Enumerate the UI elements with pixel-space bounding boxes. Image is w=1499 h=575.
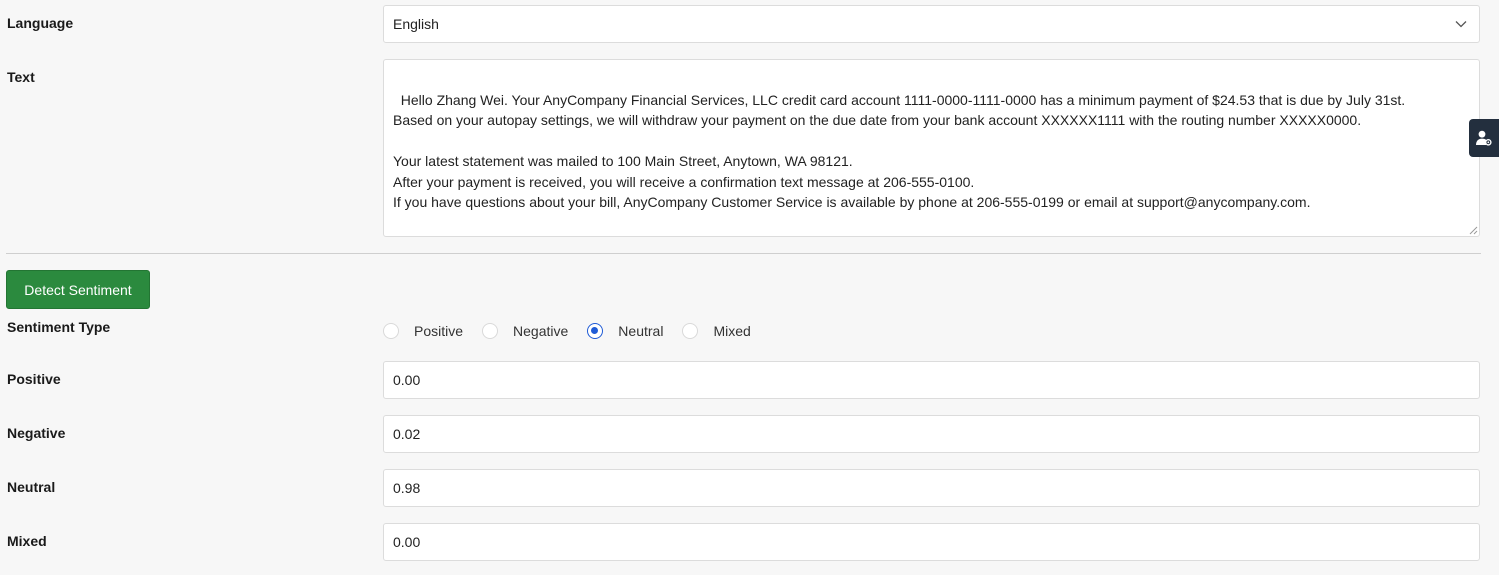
radio-positive-circle[interactable] [383, 323, 399, 339]
radio-mixed-circle[interactable] [682, 323, 699, 339]
section-divider [6, 253, 1481, 254]
positive-score-value: 0.00 [393, 372, 421, 388]
neutral-score-value: 0.98 [393, 480, 421, 496]
neutral-label: Neutral [7, 479, 56, 495]
text-label: Text [7, 69, 35, 85]
sentiment-type-radio-group: Positive Negative Neutral Mixed [383, 320, 771, 342]
positive-label: Positive [7, 371, 61, 387]
user-gear-icon [1476, 130, 1492, 146]
radio-mixed[interactable]: Mixed [682, 323, 751, 339]
language-select[interactable]: English [383, 5, 1480, 43]
radio-mixed-label: Mixed [713, 323, 751, 339]
positive-score-field[interactable]: 0.00 [383, 361, 1480, 399]
radio-positive-label: Positive [414, 323, 464, 339]
radio-negative-label: Negative [513, 323, 569, 339]
radio-positive[interactable]: Positive [383, 323, 463, 339]
mixed-score-field[interactable]: 0.00 [383, 523, 1480, 561]
negative-score-value: 0.02 [393, 426, 421, 442]
negative-score-field[interactable]: 0.02 [383, 415, 1480, 453]
side-help-tab[interactable] [1469, 119, 1499, 157]
neutral-score-field[interactable]: 0.98 [383, 469, 1480, 507]
mixed-label: Mixed [7, 533, 47, 549]
text-input-value: Hello Zhang Wei. Your AnyCompany Financi… [393, 91, 1406, 211]
radio-negative[interactable]: Negative [482, 323, 568, 339]
mixed-score-value: 0.00 [393, 534, 421, 550]
text-input[interactable]: Hello Zhang Wei. Your AnyCompany Financi… [383, 59, 1480, 237]
radio-negative-circle[interactable] [482, 323, 499, 339]
radio-neutral-circle[interactable] [587, 323, 604, 339]
radio-neutral[interactable]: Neutral [587, 323, 663, 339]
radio-neutral-label: Neutral [618, 323, 664, 339]
resize-grip-icon[interactable] [1469, 226, 1478, 235]
language-label: Language [7, 15, 74, 31]
detect-sentiment-button[interactable]: Detect Sentiment [6, 270, 150, 309]
language-select-value: English [393, 16, 439, 32]
chevron-down-icon [1455, 21, 1467, 28]
negative-label: Negative [7, 425, 66, 441]
sentiment-type-label: Sentiment Type [7, 319, 111, 335]
